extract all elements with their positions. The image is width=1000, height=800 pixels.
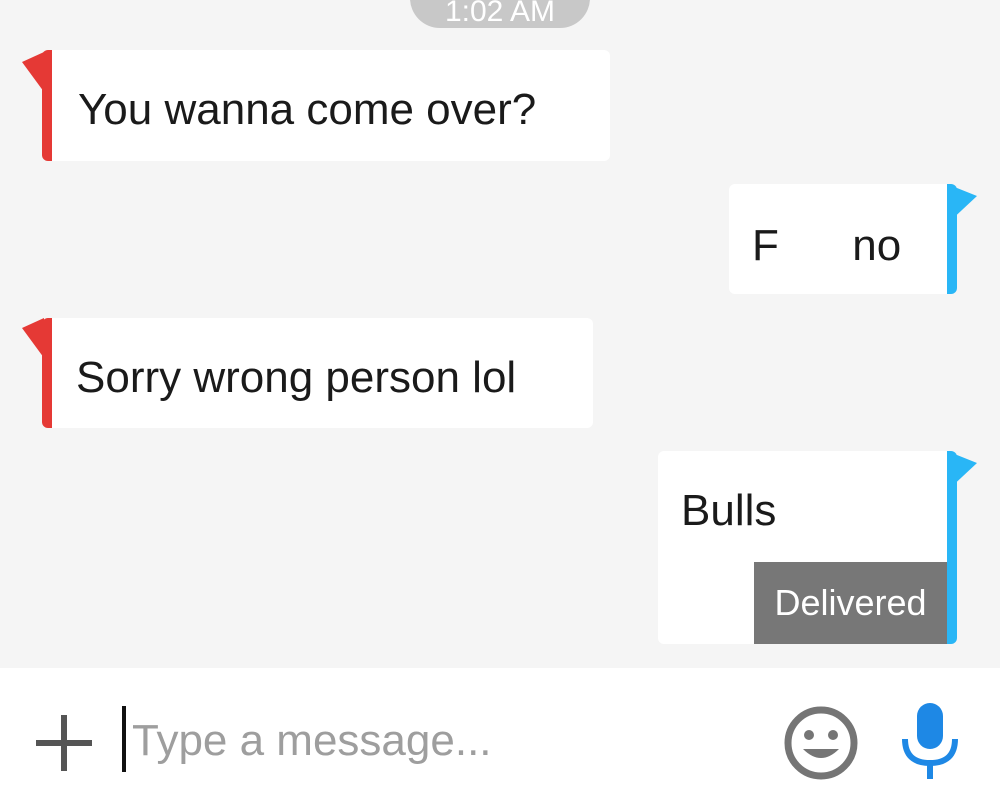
message-text: Sorry wrong person lol (76, 353, 517, 402)
chat-area: 1:02 AM You wanna come over? F no Sorry … (0, 0, 1000, 668)
message-bubble-incoming[interactable]: Sorry wrong person lol (42, 318, 593, 428)
message-text: Bulls (681, 486, 777, 535)
outgoing-flag-icon (947, 451, 977, 491)
emoji-icon[interactable] (783, 705, 859, 781)
message-bubble-outgoing[interactable]: F no (729, 184, 957, 294)
message-text: F no (752, 221, 902, 270)
message-input[interactable] (122, 706, 742, 776)
incoming-flag-icon (22, 318, 44, 358)
timestamp-pill: 1:02 AM (410, 0, 590, 28)
message-text: You wanna come over? (78, 85, 537, 134)
timestamp-text: 1:02 AM (444, 0, 556, 28)
text-caret (122, 706, 126, 772)
delivered-status-badge: Delivered (754, 562, 947, 644)
outgoing-flag-icon (947, 184, 977, 224)
incoming-flag-icon (22, 52, 44, 92)
microphone-icon[interactable] (895, 701, 965, 781)
plus-icon[interactable] (36, 715, 92, 771)
message-bubble-incoming[interactable]: You wanna come over? (42, 50, 610, 161)
message-bubble-outgoing[interactable]: Bulls Delivered (658, 451, 957, 644)
